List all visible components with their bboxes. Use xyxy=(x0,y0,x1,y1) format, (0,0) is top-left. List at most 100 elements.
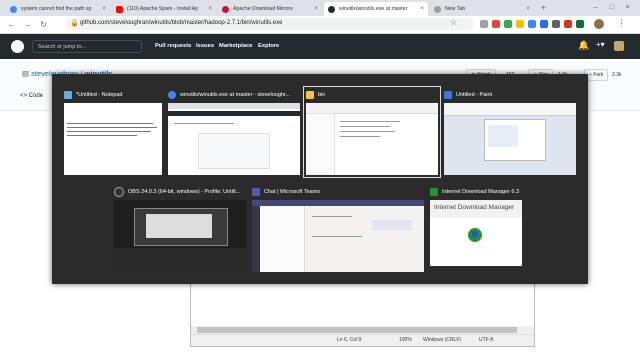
paint-icon xyxy=(444,91,452,99)
back-icon[interactable]: ← xyxy=(6,19,17,30)
extension-icon[interactable] xyxy=(492,20,500,28)
close-tab-icon[interactable]: × xyxy=(526,6,530,12)
extension-icon[interactable] xyxy=(576,20,584,28)
close-tab-icon[interactable]: × xyxy=(102,6,106,12)
extension-icon[interactable] xyxy=(540,20,548,28)
github-header: Search or jump to... Pull requests Issue… xyxy=(0,34,640,59)
window-title: winutils/winutils.exe at master - stevel… xyxy=(168,89,300,101)
url-text: github.com/steveloughran/winutils/blob/m… xyxy=(80,20,283,26)
window-thumbnail xyxy=(64,103,162,175)
zoom-level: 100% xyxy=(399,337,412,343)
switcher-window-paint[interactable]: Untitled - Paint xyxy=(444,89,576,175)
browser-tab[interactable]: (110) Apache Spark - Install Ap × xyxy=(112,2,216,16)
nav-pull-requests[interactable]: Pull requests xyxy=(155,43,191,49)
extension-icon[interactable] xyxy=(552,20,560,28)
tab-label: (110) Apache Spark - Install Ap xyxy=(127,6,199,12)
extension-icon[interactable] xyxy=(480,20,488,28)
tab-label: winutils/winutils.exe at master xyxy=(339,6,408,12)
obs-icon xyxy=(114,187,124,197)
fork-label: Fork xyxy=(593,72,604,78)
window-title-text: Untitled - Paint xyxy=(456,92,493,98)
maximize-icon[interactable]: □ xyxy=(606,2,617,13)
task-switcher: *Untitled - Notepad winutils/winutils.ex… xyxy=(52,74,588,284)
window-title: Untitled - Paint xyxy=(444,89,576,101)
idm-splash-text: Internet Download Manager xyxy=(434,204,515,211)
window-title: OBS 24.0.3 (64-bit, windows) - Profile: … xyxy=(114,186,246,198)
github-avatar[interactable] xyxy=(614,41,624,51)
extension-icon[interactable] xyxy=(528,20,536,28)
tab-label: New Tab xyxy=(445,6,466,12)
youtube-favicon-icon xyxy=(116,5,123,13)
window-thumbnail xyxy=(168,103,300,175)
window-title-text: bin xyxy=(318,92,326,98)
window-thumbnail xyxy=(114,200,246,272)
switcher-window-obs[interactable]: OBS 24.0.3 (64-bit, windows) - Profile: … xyxy=(114,186,246,272)
nav-marketplace[interactable]: Marketplace xyxy=(219,43,253,49)
github-favicon-icon xyxy=(328,5,335,13)
idm-arrow-icon xyxy=(472,231,478,237)
nav-issues[interactable]: Issues xyxy=(196,43,214,49)
google-favicon-icon xyxy=(10,5,17,13)
profile-avatar[interactable] xyxy=(594,19,604,29)
forward-icon[interactable]: → xyxy=(22,19,33,30)
notepad-window: Ln 6, Col 9 100% Windows (CRLF) UTF-8 xyxy=(190,283,535,347)
window-title-text: winutils/winutils.exe at master - stevel… xyxy=(180,92,291,98)
switcher-window-chrome[interactable]: winutils/winutils.exe at master - stevel… xyxy=(168,89,300,175)
scrollbar-thumb[interactable] xyxy=(197,327,517,333)
encoding: UTF-8 xyxy=(479,337,494,343)
address-bar[interactable]: 🔒 github.com/steveloughran/winutils/blob… xyxy=(66,18,474,30)
window-title: *Untitled - Notepad xyxy=(64,89,162,101)
close-window-icon[interactable]: × xyxy=(622,2,633,13)
teams-icon xyxy=(252,188,260,196)
extension-icon[interactable] xyxy=(516,20,524,28)
window-title-text: OBS 24.0.3 (64-bit, windows) - Profile: … xyxy=(128,189,241,195)
new-tab-icon[interactable]: + xyxy=(538,2,549,13)
cursor-position: Ln 6, Col 9 xyxy=(337,337,362,343)
notifications-bell-icon[interactable]: 🔔 xyxy=(578,40,589,51)
chrome-icon xyxy=(168,91,176,99)
lock-icon: 🔒 xyxy=(70,20,79,27)
browser-tab[interactable]: Apache Download Mirrors × xyxy=(218,2,322,16)
tab-label: Apache Download Mirrors xyxy=(233,6,293,12)
switcher-window-idm[interactable]: Internet Download Manager 6.3 Internet D… xyxy=(430,186,522,272)
window-thumbnail xyxy=(444,103,576,175)
fork-count[interactable]: 2.3k xyxy=(612,69,621,81)
create-new-plus-icon[interactable]: +▾ xyxy=(596,40,605,49)
extension-icon[interactable] xyxy=(564,20,572,28)
close-tab-icon[interactable]: × xyxy=(314,6,318,12)
horizontal-scrollbar[interactable] xyxy=(191,326,534,334)
github-logo-icon[interactable] xyxy=(11,40,24,53)
window-title: Chat | Microsoft Teams xyxy=(252,186,424,198)
idm-icon xyxy=(430,188,438,196)
nav-explore[interactable]: Explore xyxy=(258,43,279,49)
extension-icon[interactable] xyxy=(504,20,512,28)
close-tab-icon[interactable]: × xyxy=(420,6,424,12)
reload-icon[interactable]: ↻ xyxy=(38,19,49,30)
notepad-icon xyxy=(64,91,72,99)
switcher-window-explorer-bin[interactable]: bin xyxy=(303,86,441,178)
minimize-icon[interactable]: – xyxy=(590,2,601,13)
tab-label: system cannot find the path sp xyxy=(21,6,92,12)
window-title-text: Chat | Microsoft Teams xyxy=(264,189,321,195)
window-title: Internet Download Manager 6.3 xyxy=(430,186,522,198)
switcher-window-notepad[interactable]: *Untitled - Notepad xyxy=(64,89,162,175)
tab-code[interactable]: <> Code xyxy=(20,93,43,99)
apache-favicon-icon xyxy=(222,5,229,13)
window-thumbnail xyxy=(252,200,424,272)
browser-tab-bar: system cannot find the path sp × (110) A… xyxy=(0,0,640,16)
browser-tab-active[interactable]: winutils/winutils.exe at master × xyxy=(324,2,428,16)
window-title: bin xyxy=(306,89,438,101)
window-title-text: Internet Download Manager 6.3 xyxy=(442,189,520,195)
browser-tab[interactable]: New Tab × xyxy=(430,2,534,16)
line-ending: Windows (CRLF) xyxy=(423,337,462,343)
chrome-menu-icon[interactable]: ⋮ xyxy=(616,18,627,29)
notepad-status-bar: Ln 6, Col 9 100% Windows (CRLF) UTF-8 xyxy=(191,334,534,346)
window-thumbnail xyxy=(306,103,438,175)
github-search-input[interactable]: Search or jump to... xyxy=(32,40,142,53)
close-tab-icon[interactable]: × xyxy=(208,6,212,12)
switcher-window-teams[interactable]: Chat | Microsoft Teams xyxy=(252,186,424,272)
star-bookmark-icon[interactable]: ☆ xyxy=(450,18,457,27)
window-thumbnail: Internet Download Manager xyxy=(430,200,522,266)
repo-icon: ▤ xyxy=(22,69,32,78)
browser-tab[interactable]: system cannot find the path sp × xyxy=(6,2,110,16)
